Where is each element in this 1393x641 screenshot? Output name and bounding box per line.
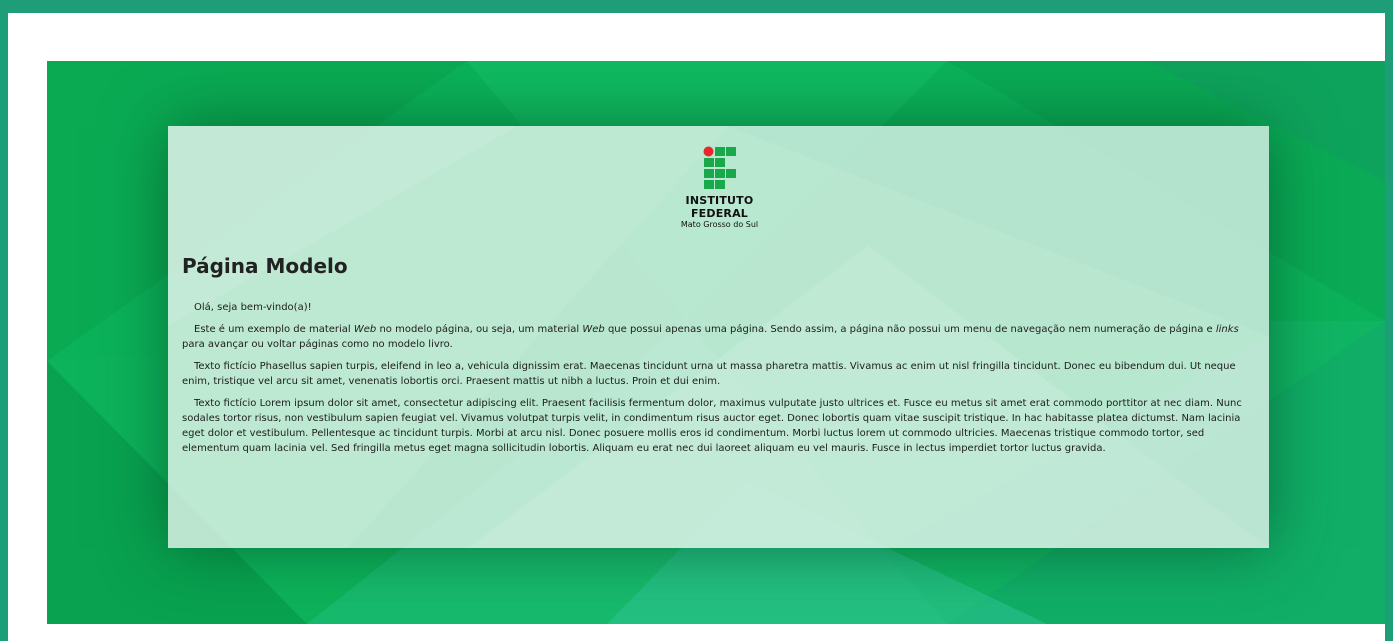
ifms-logo: INSTITUTO FEDERAL Mato Grosso do Sul (640, 146, 800, 230)
filler-paragraph-2: Texto fictício Lorem ipsum dolor sit ame… (182, 398, 1242, 454)
page-title: Página Modelo (182, 254, 348, 278)
filler-paragraph-1: Texto fictício Phasellus sapien turpis, … (182, 361, 1236, 387)
intro-paragraph: Este é um exemplo de material Web no mod… (182, 324, 1239, 350)
page-frame: INSTITUTO FEDERAL Mato Grosso do Sul Pág… (0, 0, 1393, 641)
institute-logo-icon (703, 146, 736, 189)
green-polygon-background: INSTITUTO FEDERAL Mato Grosso do Sul Pág… (47, 61, 1385, 624)
logo-line-instituto: INSTITUTO (685, 194, 754, 207)
page-content: Olá, seja bem-vindo(a)! Este é um exempl… (182, 300, 1257, 456)
greeting-paragraph: Olá, seja bem-vindo(a)! (194, 302, 312, 313)
logo-line-campus: Mato Grosso do Sul (680, 220, 759, 229)
logo-line-federal: FEDERAL (690, 207, 749, 220)
content-card: INSTITUTO FEDERAL Mato Grosso do Sul Pág… (168, 126, 1269, 548)
